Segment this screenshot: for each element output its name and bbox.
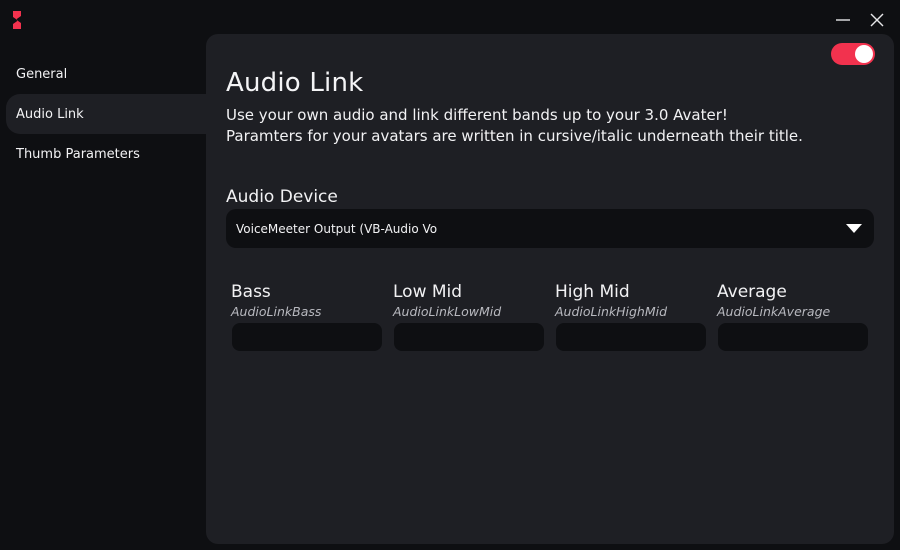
sidebar-item-general[interactable]: General [6, 54, 206, 94]
band-title: Low Mid [393, 282, 463, 302]
description-line-2: Paramters for your avatars are written i… [226, 127, 803, 145]
audio-device-dropdown[interactable]: VoiceMeeter Output (VB-Audio Vo [226, 209, 874, 248]
band-param-name: AudioLinkHighMid [555, 304, 668, 319]
sidebar-item-label: Audio Link [16, 106, 84, 122]
band-title: High Mid [555, 282, 630, 302]
band-bass: Bass AudioLinkBass [230, 281, 382, 351]
close-button[interactable] [864, 8, 890, 32]
band-param-name: AudioLinkAverage [717, 304, 831, 319]
band-param-name: AudioLinkBass [231, 304, 322, 319]
bass-input[interactable] [232, 323, 382, 351]
band-high-mid: High Mid AudioLinkHighMid [554, 281, 706, 351]
sidebar-item-label: Thumb Parameters [16, 146, 140, 162]
sidebar-item-label: General [16, 66, 68, 82]
low-mid-input[interactable] [394, 323, 544, 351]
band-param-name: AudioLinkLowMid [393, 304, 502, 319]
band-title: Average [717, 282, 787, 302]
close-icon [870, 13, 884, 27]
page-title: Audio Link [226, 68, 364, 98]
app-window: General Audio Link Thumb Parameters Audi… [0, 0, 900, 550]
enable-toggle[interactable] [831, 43, 875, 65]
audio-device-label: Audio Device [226, 187, 338, 207]
toggle-knob [855, 45, 873, 63]
high-mid-input[interactable] [556, 323, 706, 351]
band-low-mid: Low Mid AudioLinkLowMid [392, 281, 544, 351]
sidebar-item-thumb-parameters[interactable]: Thumb Parameters [6, 134, 206, 174]
description-line-1: Use your own audio and link different ba… [226, 106, 728, 124]
audio-device-selected: VoiceMeeter Output (VB-Audio Vo [236, 221, 438, 236]
minimize-button[interactable] [830, 8, 856, 32]
app-logo-icon [13, 11, 21, 29]
sidebar: General Audio Link Thumb Parameters [0, 54, 206, 174]
main-panel: Audio Link Use your own audio and link d… [206, 34, 894, 544]
band-title: Bass [231, 282, 271, 302]
band-average: Average AudioLinkAverage [716, 281, 868, 351]
sidebar-item-audio-link[interactable]: Audio Link [6, 94, 206, 134]
dropdown-arrow-icon [846, 224, 862, 233]
minimize-icon [836, 19, 850, 21]
average-input[interactable] [718, 323, 868, 351]
